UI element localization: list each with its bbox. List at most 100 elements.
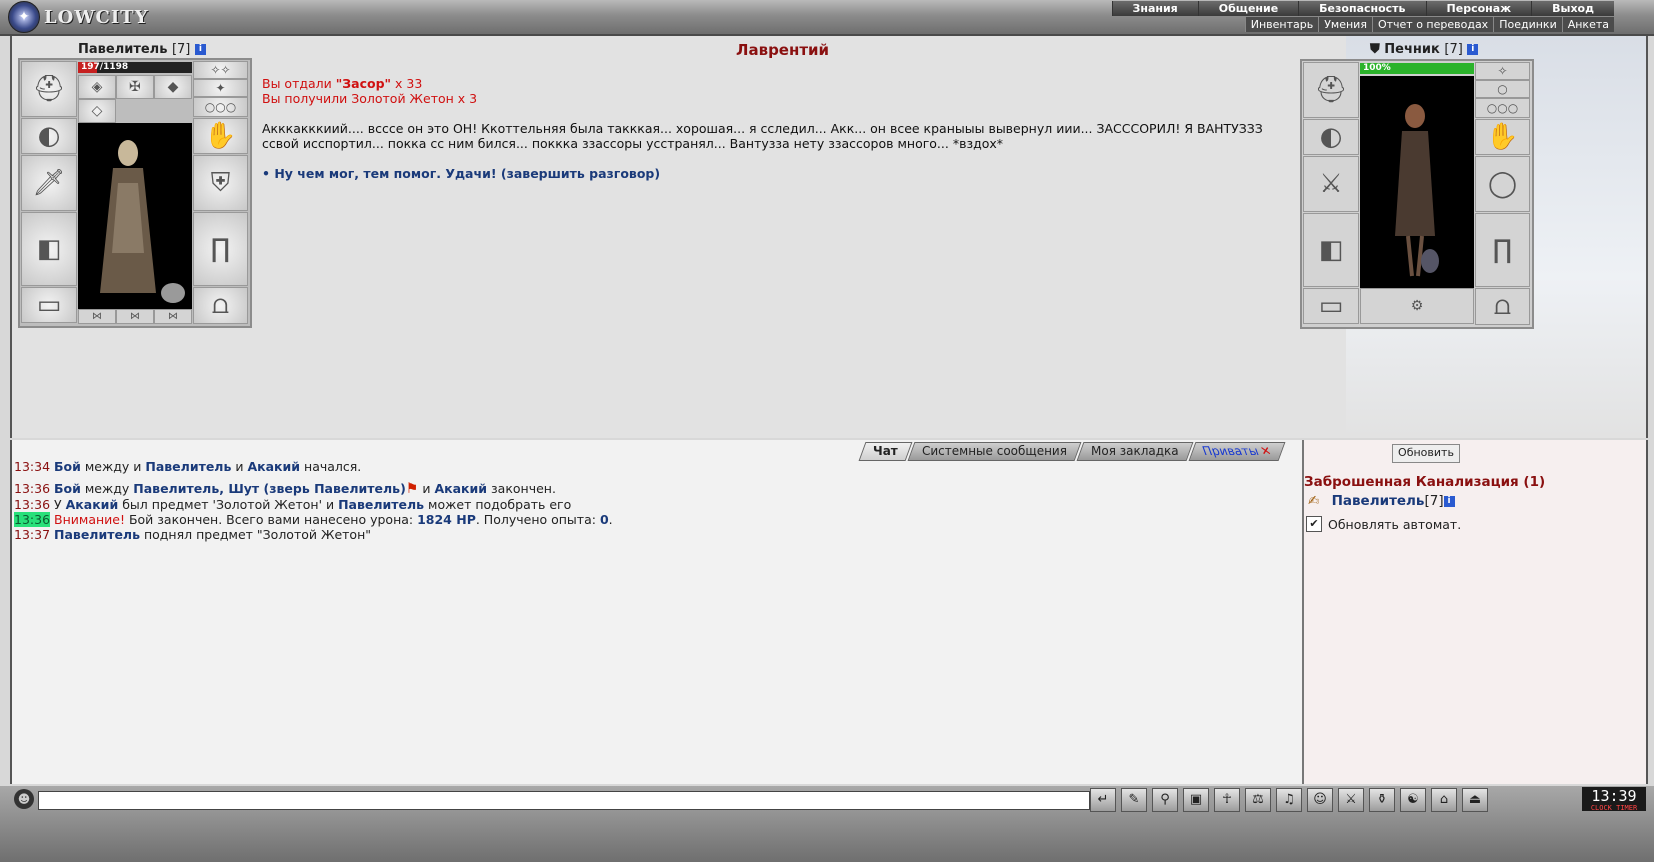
menu-exit[interactable]: Выход — [1531, 1, 1614, 16]
player-figure-icon — [100, 140, 185, 303]
menu-knowledge[interactable]: Знания — [1111, 1, 1198, 16]
belt-slot[interactable]: ▭ — [21, 287, 77, 323]
player-level: [7] — [171, 42, 191, 57]
battle-flag-icon[interactable]: ⚑ — [406, 481, 419, 497]
player-hp-max: /1198 — [99, 62, 129, 72]
npc-name[interactable]: Печник — [1384, 42, 1440, 57]
chat-nick[interactable]: Бой — [54, 481, 81, 496]
bottom-bar: ☻ ↵ ✎ ⚲ ▣ ☥ ⚖ ♫ ☺ ⚔ ⚱ ☯ ⌂ ⏏ 13:39 CLOCK TIMER — [0, 786, 1654, 862]
menu-communication[interactable]: Общение — [1197, 1, 1299, 16]
chat-time[interactable]: 13:36 — [14, 512, 51, 527]
toolbar-icon-10[interactable]: ☯ — [1400, 788, 1426, 812]
online-user: ✍ Павелитель[7] i — [1308, 493, 1455, 509]
bag-slot-2[interactable]: ⋈ — [116, 309, 154, 324]
gave-line: Вы отдали "Засор" x 33 — [262, 76, 1292, 91]
auto-refresh-label: Обновлять автомат. — [1328, 516, 1462, 532]
submenu-transfers[interactable]: Отчет о переводах — [1371, 17, 1494, 32]
user-action-icon[interactable]: ✍ — [1308, 493, 1319, 509]
chat-nick[interactable]: Акакий — [247, 459, 300, 474]
npc-weapon-slot: ⚔ — [1303, 156, 1359, 212]
sub-menu: Инвентарь Умения Отчет о переводах Поеди… — [1244, 17, 1614, 32]
toolbar-icon-2[interactable]: ⚲ — [1152, 788, 1178, 812]
bag-slot-3[interactable]: ⋈ — [154, 309, 192, 324]
toolbar-icons: ↵ ✎ ⚲ ▣ ☥ ⚖ ♫ ☺ ⚔ ⚱ ☯ ⌂ ⏏ — [1090, 788, 1488, 812]
chat-text: Бой закончен. Всего вами нанесено урона: — [124, 512, 418, 527]
boots-slot[interactable]: ⩍ — [193, 287, 248, 324]
chat-text: между — [80, 481, 134, 496]
npc-message: Акккакккиий.... всссе он это ОН! Ккоттел… — [262, 121, 1263, 151]
bracers-slot[interactable]: ◐ — [21, 118, 77, 154]
toolbar-icon-3[interactable]: ▣ — [1183, 788, 1209, 812]
chat-nick[interactable]: Павелитель — [54, 527, 140, 542]
tab-system-label: Системные сообщения — [922, 444, 1067, 458]
chat-nick[interactable]: Акакий — [434, 481, 487, 496]
toolbar-icon-6[interactable]: ♫ — [1276, 788, 1302, 812]
chat-nick[interactable]: Павелитель — [338, 497, 424, 512]
submenu-duels[interactable]: Поединки — [1493, 17, 1562, 32]
auto-refresh: ✔ Обновлять автомат. — [1306, 516, 1461, 532]
top-bar: ✦ LOWCITY Знания Общение Безопасность Пе… — [0, 0, 1654, 36]
logo[interactable]: ✦ LOWCITY — [8, 1, 149, 33]
toolbar-icon-8[interactable]: ⚔ — [1338, 788, 1364, 812]
chat-time[interactable]: 13:34 — [14, 459, 50, 474]
chat-nick[interactable]: Акакий — [66, 497, 119, 512]
toolbar-icon-7[interactable]: ☺ — [1307, 788, 1333, 812]
chat-time[interactable]: 13:36 — [14, 497, 50, 512]
gave-prefix: Вы отдали — [262, 76, 336, 91]
rings-slot[interactable]: ○○○ — [193, 97, 248, 117]
toolbar-icon-9[interactable]: ⚱ — [1369, 788, 1395, 812]
menu-security[interactable]: Безопасность — [1298, 1, 1426, 16]
chat-text: закончен. — [487, 481, 556, 496]
logo-text: LOWCITY — [44, 6, 149, 28]
auto-refresh-checkbox[interactable]: ✔ — [1306, 516, 1322, 532]
weapon-slot[interactable]: 🗡 — [21, 155, 77, 211]
bag-slot-1[interactable]: ⋈ — [78, 309, 116, 324]
npc-belt-slot: ▭ — [1303, 288, 1359, 324]
chat-time[interactable]: 13:37 — [14, 527, 50, 542]
chat-mode-icon[interactable]: ☻ — [14, 789, 34, 809]
player-avatar[interactable] — [78, 123, 192, 309]
rune-slot-1[interactable]: ◈ — [78, 75, 116, 99]
menu-character[interactable]: Персонаж — [1425, 1, 1532, 16]
rune-slot-4[interactable]: ◇ — [78, 99, 116, 123]
shield-slot[interactable]: ⛨ — [193, 155, 248, 211]
online-user-level: [7] — [1424, 493, 1444, 509]
clock-sub: CLOCK TIMER — [1590, 804, 1638, 812]
submenu-inventory[interactable]: Инвентарь — [1244, 17, 1319, 32]
toolbar-icon-4[interactable]: ☥ — [1214, 788, 1240, 812]
submenu-skills[interactable]: Умения — [1318, 17, 1372, 32]
toolbar-icon-12[interactable]: ⏏ — [1462, 788, 1488, 812]
dialog-option-end[interactable]: • Ну чем мог, тем помог. Удачи! (заверши… — [262, 166, 1292, 181]
chat-input[interactable] — [38, 791, 1090, 810]
toolbar-icon-1[interactable]: ✎ — [1121, 788, 1147, 812]
chat-nick[interactable]: 0 — [600, 512, 609, 527]
amulet-slot[interactable]: ✧✧ — [193, 61, 248, 79]
submenu-profile[interactable]: Анкета — [1561, 17, 1614, 32]
toolbar-icon-0[interactable]: ↵ — [1090, 788, 1116, 812]
chat-nick[interactable]: Бой — [54, 459, 81, 474]
online-user-info-icon[interactable]: i — [1443, 495, 1455, 507]
chat-time[interactable]: 13:36 — [14, 481, 50, 496]
chat-line: 13:36 Бой между Павелитель, Шут (зверь П… — [14, 481, 1294, 497]
earrings-slot[interactable]: ✦ — [193, 79, 248, 97]
clock: 13:39 CLOCK TIMER — [1582, 787, 1646, 812]
rune-slot-2[interactable]: ✠ — [116, 75, 154, 99]
legs-slot[interactable]: ∏ — [193, 212, 248, 286]
chat-log: 13:34 Бой между и Павелитель и Акакий на… — [14, 459, 1294, 542]
player-info-icon[interactable]: i — [194, 44, 206, 55]
armor-slot[interactable]: ◧ — [21, 212, 77, 286]
chat-nick[interactable]: Павелитель — [145, 459, 231, 474]
chat-nick[interactable]: Павелитель, Шут (зверь Павелитель) — [133, 481, 406, 496]
player-name[interactable]: Павелитель — [78, 42, 167, 57]
chat-nick[interactable]: 1824 HP — [417, 512, 476, 527]
npc-info-icon[interactable]: i — [1467, 44, 1479, 55]
online-panel: Обновить Заброшенная Канализация (1) ✍ П… — [1302, 440, 1648, 784]
toolbar-icon-5[interactable]: ⚖ — [1245, 788, 1271, 812]
gloves-slot[interactable]: ✋ — [193, 118, 248, 154]
online-user-name[interactable]: Павелитель — [1332, 493, 1425, 509]
toolbar-icon-11[interactable]: ⌂ — [1431, 788, 1457, 812]
rune-slot-3[interactable]: ◆ — [154, 75, 192, 99]
chat-line: 13:34 Бой между и Павелитель и Акакий на… — [14, 459, 1294, 474]
refresh-button[interactable]: Обновить — [1392, 444, 1460, 463]
helmet-slot[interactable]: ⛑ — [21, 61, 77, 117]
